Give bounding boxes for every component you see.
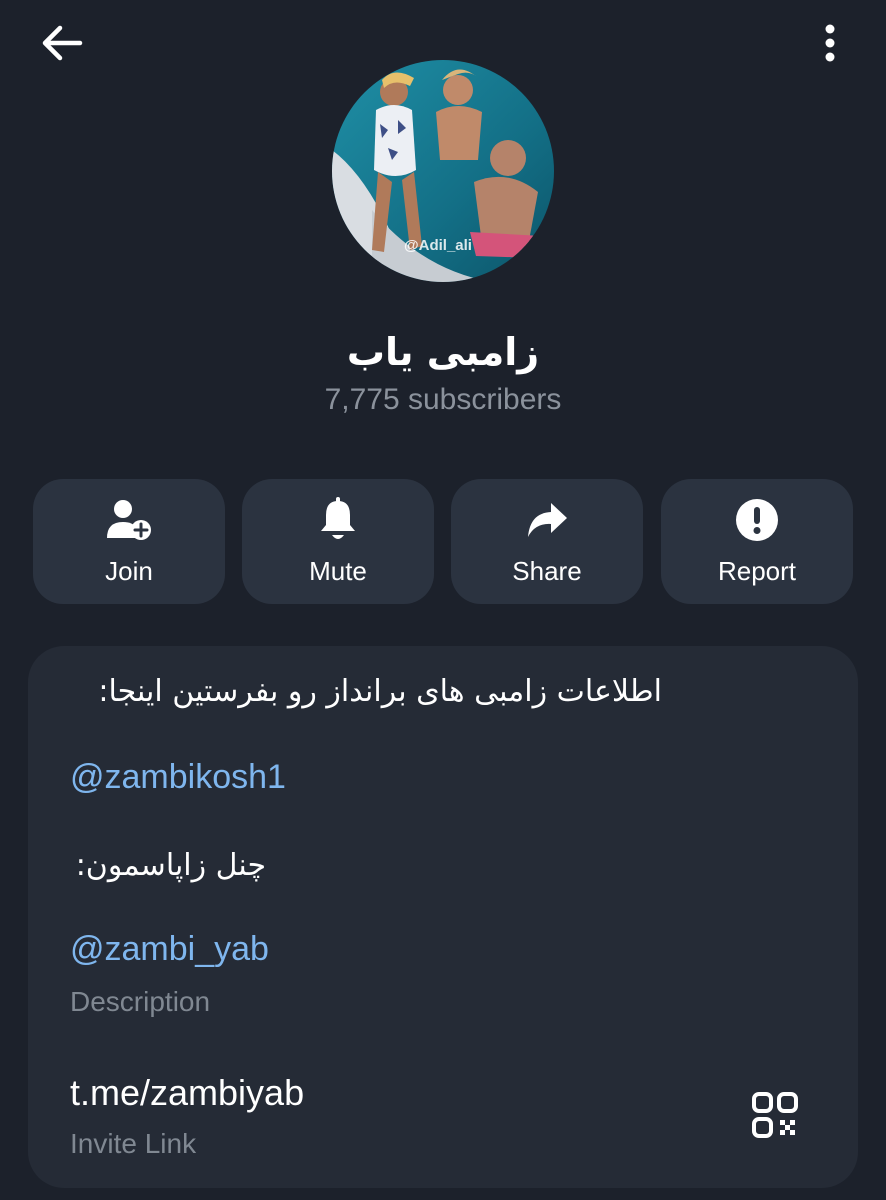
channel-avatar[interactable]: @Adil_ali	[332, 60, 554, 282]
mention-link-zambi-yab[interactable]: @zambi_yab	[70, 930, 269, 969]
bell-icon	[318, 497, 358, 547]
join-label: Join	[105, 556, 153, 586]
share-label: Share	[512, 556, 582, 586]
user-plus-icon	[105, 498, 153, 546]
report-label: Report	[717, 556, 797, 586]
alert-circle-icon	[735, 498, 779, 546]
qr-code-button[interactable]	[744, 1086, 806, 1148]
more-options-button[interactable]	[806, 20, 854, 70]
description-line-3: چنل زاپاسمون:	[75, 848, 266, 883]
mention-link-zambikosh1[interactable]: @zambikosh1	[70, 758, 286, 797]
back-button[interactable]	[30, 22, 94, 68]
subscriber-count: 7,775 subscribers	[324, 383, 562, 416]
share-arrow-icon	[525, 501, 569, 543]
description-caption: Description	[70, 986, 211, 1017]
report-button[interactable]: Report	[661, 479, 853, 604]
avatar-watermark-text: @Adil_ali	[404, 237, 472, 254]
channel-title: زامبی یاب	[346, 330, 540, 374]
arrow-left-icon	[40, 23, 84, 67]
join-button[interactable]: Join	[33, 479, 225, 604]
share-button[interactable]: Share	[451, 479, 643, 604]
mute-button[interactable]: Mute	[242, 479, 434, 604]
invite-link-caption: Invite Link	[70, 1128, 197, 1159]
action-buttons-row: Join Mute Share Report	[33, 479, 854, 604]
description-line-1: اطلاعات زامبی های برانداز رو بفرستین این…	[98, 674, 662, 709]
qr-code-icon	[751, 1091, 799, 1143]
more-vertical-icon	[823, 23, 837, 67]
mute-label: Mute	[309, 556, 367, 586]
invite-link[interactable]: t.me/zambiyab	[70, 1072, 304, 1114]
info-card: اطلاعات زامبی های برانداز رو بفرستین این…	[28, 646, 858, 1188]
